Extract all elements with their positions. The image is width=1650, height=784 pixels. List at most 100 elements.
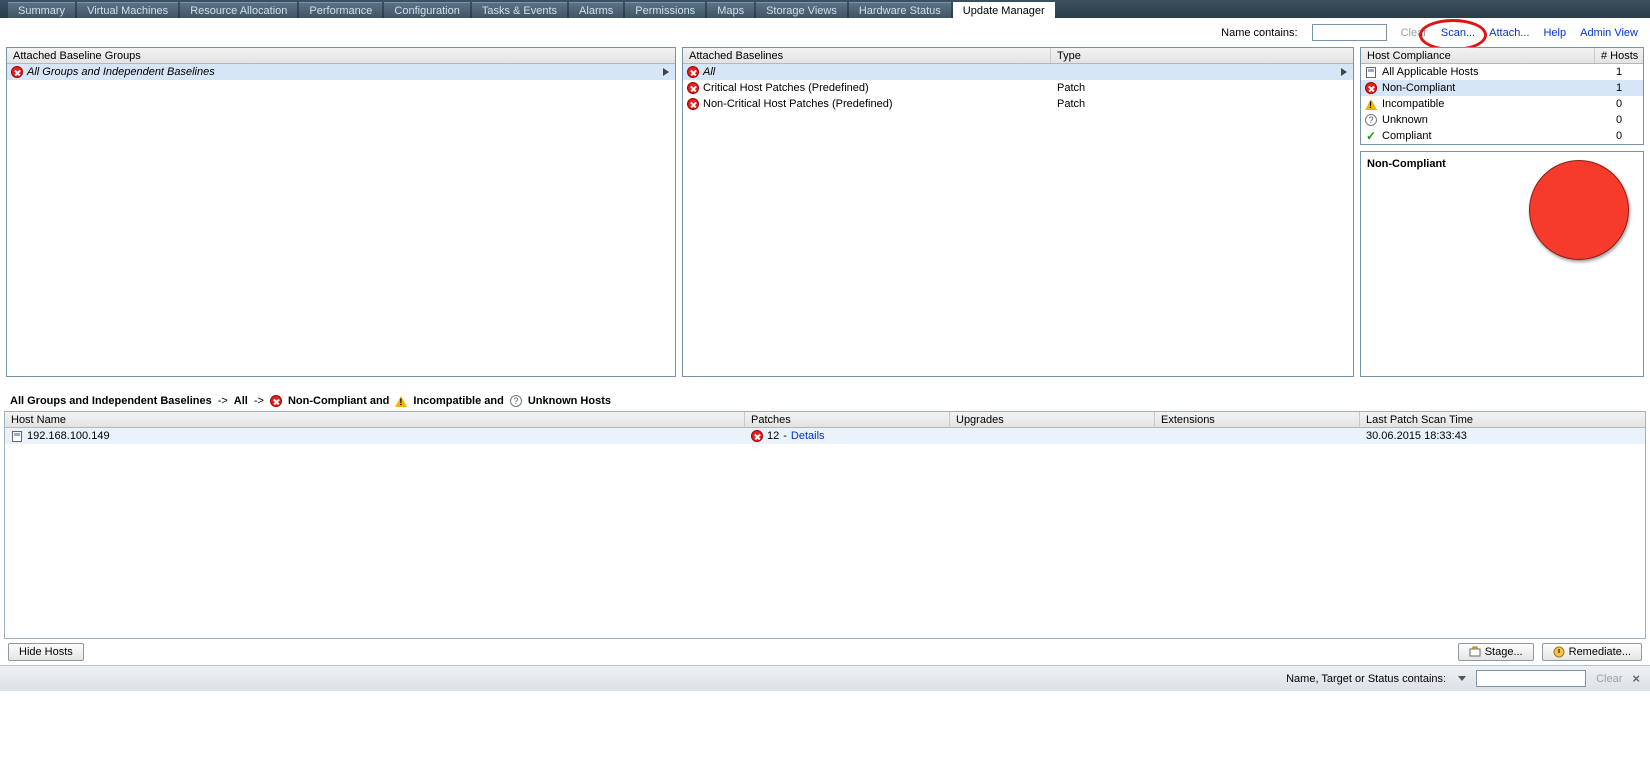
tab-configuration[interactable]: Configuration — [384, 2, 469, 18]
clear-link: Clear — [1401, 27, 1427, 39]
compliance-chart: Non-Compliant — [1360, 151, 1644, 377]
compliance-row-all[interactable]: All Applicable Hosts 1 — [1361, 64, 1643, 80]
compliance-row-unknown[interactable]: ? Unknown 0 — [1361, 112, 1643, 128]
hosts-body: 192.168.100.149 12 - Details 30.06.2015 … — [5, 428, 1645, 638]
compliance-header: Host Compliance # Hosts — [1361, 48, 1643, 64]
tab-update-manager[interactable]: Update Manager — [953, 2, 1055, 18]
tab-summary[interactable]: Summary — [8, 2, 75, 18]
tab-virtual-machines[interactable]: Virtual Machines — [77, 2, 178, 18]
compliance-count: 0 — [1599, 98, 1639, 110]
compliance-label: Non-Compliant — [1382, 82, 1455, 94]
error-icon — [751, 430, 763, 442]
triple-panel: Attached Baseline Groups All Groups and … — [0, 47, 1650, 377]
tab-tasks-events[interactable]: Tasks & Events — [472, 2, 567, 18]
error-icon — [11, 66, 23, 78]
stage-icon — [1469, 646, 1481, 658]
bottom-filter-label: Name, Target or Status contains: — [1286, 673, 1446, 685]
stage-button[interactable]: Stage... — [1458, 643, 1534, 661]
compliance-row-compliant[interactable]: ✓ Compliant 0 — [1361, 128, 1643, 144]
breadcrumb: All Groups and Independent Baselines -> … — [0, 377, 1650, 411]
host-icon — [1366, 67, 1376, 78]
crumb-sep: -> — [254, 395, 264, 407]
baseline-groups-header: Attached Baseline Groups — [7, 48, 675, 64]
tab-strip: Summary Virtual Machines Resource Alloca… — [0, 0, 1650, 18]
host-patches-count: 12 — [767, 428, 779, 444]
compliance-row-incompatible[interactable]: Incompatible 0 — [1361, 96, 1643, 112]
tab-resource-allocation[interactable]: Resource Allocation — [180, 2, 297, 18]
filter-label: Name contains: — [1221, 27, 1297, 39]
hosts-header-upgrades[interactable]: Upgrades — [950, 412, 1155, 427]
compliance-chart-title: Non-Compliant — [1367, 158, 1446, 170]
baseline-type: Patch — [1057, 98, 1085, 110]
baselines-header-type[interactable]: Type — [1051, 48, 1353, 63]
baseline-name: Non-Critical Host Patches (Predefined) — [703, 98, 1053, 110]
baseline-row[interactable]: Critical Host Patches (Predefined) Patch — [683, 80, 1353, 96]
tab-permissions[interactable]: Permissions — [625, 2, 705, 18]
tab-alarms[interactable]: Alarms — [569, 2, 623, 18]
baselines-panel: Attached Baselines Type All Critical Hos… — [682, 47, 1354, 377]
compliance-count: 1 — [1599, 66, 1639, 78]
tab-storage-views[interactable]: Storage Views — [756, 2, 847, 18]
hosts-header-name[interactable]: Host Name — [5, 412, 745, 427]
hosts-header-patches[interactable]: Patches — [745, 412, 950, 427]
question-icon: ? — [1365, 114, 1377, 126]
error-icon — [1365, 82, 1377, 94]
host-extensions — [1155, 428, 1360, 444]
compliance-label: Incompatible — [1382, 98, 1444, 110]
remediate-button[interactable]: Remediate... — [1542, 643, 1642, 661]
hosts-table: Host Name Patches Upgrades Extensions La… — [4, 411, 1646, 639]
bottom-filter-bar: Name, Target or Status contains: Clear × — [0, 665, 1650, 691]
crumb-noncompliant: Non-Compliant and — [288, 395, 389, 407]
host-patches-details-link[interactable]: Details — [791, 428, 825, 444]
baseline-row-all[interactable]: All — [683, 64, 1353, 80]
compliance-label: Compliant — [1382, 130, 1432, 142]
crumb-groups: All Groups and Independent Baselines — [10, 395, 212, 407]
compliance-panel: Host Compliance # Hosts All Applicable H… — [1360, 47, 1644, 145]
baselines-header-name[interactable]: Attached Baselines — [683, 48, 1051, 63]
compliance-count: 1 — [1599, 82, 1639, 94]
bottom-filter-input[interactable] — [1476, 670, 1586, 687]
baseline-row[interactable]: Non-Critical Host Patches (Predefined) P… — [683, 96, 1353, 112]
arrow-right-icon — [1341, 68, 1347, 76]
crumb-incompatible: Incompatible and — [413, 395, 503, 407]
tab-hardware-status[interactable]: Hardware Status — [849, 2, 951, 18]
baseline-type: Patch — [1057, 82, 1085, 94]
compliance-header-count[interactable]: # Hosts — [1595, 48, 1643, 63]
hosts-header-scan[interactable]: Last Patch Scan Time — [1360, 412, 1645, 427]
arrow-right-icon — [663, 68, 669, 76]
baseline-group-label: All Groups and Independent Baselines — [27, 66, 215, 78]
compliance-column: Host Compliance # Hosts All Applicable H… — [1360, 47, 1644, 377]
hide-hosts-button[interactable]: Hide Hosts — [8, 643, 84, 661]
compliance-row-noncompliant[interactable]: Non-Compliant 1 — [1361, 80, 1643, 96]
compliance-count: 0 — [1599, 114, 1639, 126]
dropdown-caret-icon[interactable] — [1458, 676, 1466, 681]
bottom-clear-link: Clear — [1596, 673, 1622, 685]
error-icon — [687, 66, 699, 78]
hosts-header-extensions[interactable]: Extensions — [1155, 412, 1360, 427]
host-icon — [12, 431, 22, 442]
error-icon — [687, 82, 699, 94]
filter-input[interactable] — [1312, 24, 1387, 41]
hosts-header: Host Name Patches Upgrades Extensions La… — [5, 412, 1645, 428]
host-row[interactable]: 192.168.100.149 12 - Details 30.06.2015 … — [5, 428, 1645, 444]
question-icon: ? — [510, 395, 522, 407]
warning-icon — [1365, 99, 1377, 110]
compliance-count: 0 — [1599, 130, 1639, 142]
admin-view-link[interactable]: Admin View — [1580, 27, 1638, 39]
scan-link[interactable]: Scan... — [1441, 27, 1475, 39]
help-link[interactable]: Help — [1543, 27, 1566, 39]
stage-label: Stage... — [1485, 646, 1523, 658]
close-icon[interactable]: × — [1632, 671, 1640, 686]
crumb-unknown: Unknown Hosts — [528, 395, 611, 407]
host-upgrades — [950, 428, 1155, 444]
tab-performance[interactable]: Performance — [299, 2, 382, 18]
toolbar: Name contains: Clear Scan... Attach... H… — [0, 18, 1650, 47]
crumb-all: All — [234, 395, 248, 407]
check-icon: ✓ — [1365, 130, 1377, 142]
compliance-header-name[interactable]: Host Compliance — [1361, 48, 1595, 63]
baseline-group-row[interactable]: All Groups and Independent Baselines — [7, 64, 675, 80]
baseline-groups-header-cell[interactable]: Attached Baseline Groups — [7, 48, 675, 63]
host-scan-time: 30.06.2015 18:33:43 — [1360, 428, 1645, 444]
attach-link[interactable]: Attach... — [1489, 27, 1529, 39]
tab-maps[interactable]: Maps — [707, 2, 754, 18]
